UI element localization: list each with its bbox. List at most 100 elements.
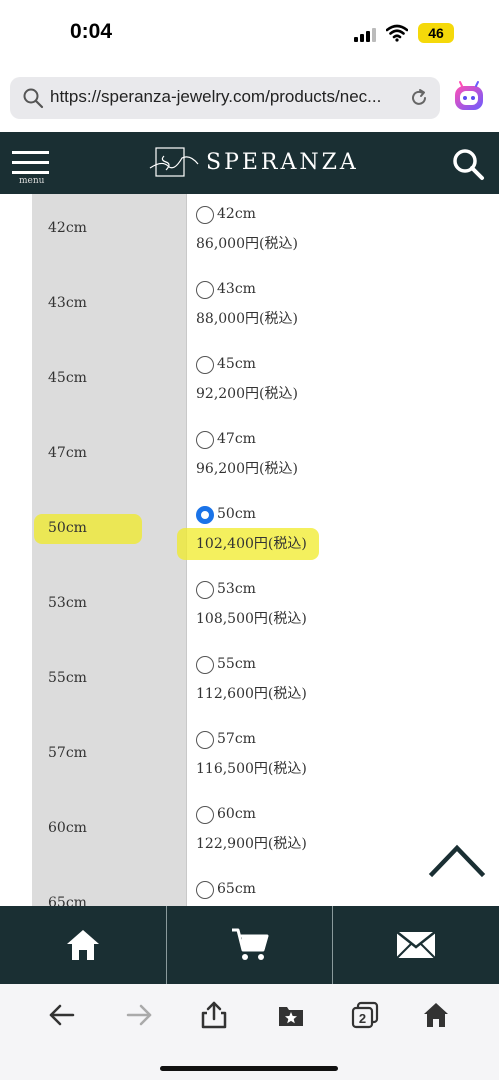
option-price: 96,200円(税込) — [196, 461, 298, 477]
length-cell: 42cm — [32, 194, 187, 269]
home-indicator — [160, 1066, 338, 1071]
bookmarks-icon[interactable] — [276, 1000, 306, 1030]
cart-icon — [231, 928, 268, 960]
cellular-signal-icon — [354, 26, 378, 42]
length-cell: 55cm — [32, 644, 187, 719]
length-cell: 57cm — [32, 719, 187, 794]
table-row: 55cm 55cm 112,600円(税込) — [32, 644, 466, 719]
length-options-table: 42cm 42cm 86,000円(税込) 43cm 43cm 88,000円(… — [0, 194, 499, 906]
address-bar[interactable]: https://speranza-jewelry.com/products/ne… — [10, 77, 440, 119]
length-label: 65cm — [48, 895, 87, 906]
option-price: 122,900円(税込) — [196, 836, 307, 852]
length-label: 45cm — [48, 370, 87, 386]
option-price: 108,500円(税込) — [196, 611, 307, 627]
length-cell: 50cm — [32, 494, 187, 569]
radio-button[interactable] — [196, 356, 214, 374]
option-cell: 42cm 86,000円(税込) — [187, 194, 466, 269]
table-row-selected: 50cm 50cm 102,400円(税込) — [32, 494, 466, 569]
logo-mark-icon — [149, 147, 199, 177]
length-label: 42cm — [48, 220, 87, 236]
bottom-site-nav — [0, 906, 499, 984]
length-label: 55cm — [48, 670, 87, 686]
length-label: 57cm — [48, 745, 87, 761]
option-price: 112,600円(税込) — [196, 686, 307, 702]
option-cell: 43cm 88,000円(税込) — [187, 269, 466, 344]
url-text: https://speranza-jewelry.com/products/ne… — [50, 87, 382, 106]
option-label[interactable]: 42cm — [217, 206, 256, 222]
option-cell: 65cm — [187, 869, 466, 906]
option-price: 86,000円(税込) — [196, 236, 298, 252]
option-label[interactable]: 65cm — [217, 881, 256, 897]
radio-button[interactable] — [196, 281, 214, 299]
nav-mail-button[interactable] — [332, 906, 499, 984]
radio-button[interactable] — [196, 656, 214, 674]
length-cell: 43cm — [32, 269, 187, 344]
length-label: 50cm — [48, 520, 87, 536]
length-label: 43cm — [48, 295, 87, 311]
option-cell: 50cm 102,400円(税込) — [177, 494, 466, 569]
menu-label: menu — [19, 176, 45, 186]
option-price: 92,200円(税込) — [196, 386, 298, 402]
option-label[interactable]: 50cm — [217, 506, 256, 522]
radio-button[interactable] — [196, 431, 214, 449]
menu-button[interactable]: menu — [12, 146, 52, 188]
option-label[interactable]: 45cm — [217, 356, 256, 372]
radio-button[interactable] — [196, 806, 214, 824]
browser-home-icon[interactable] — [421, 1000, 451, 1030]
option-cell: 55cm 112,600円(税込) — [187, 644, 466, 719]
nav-cart-button[interactable] — [166, 906, 332, 984]
option-cell: 47cm 96,200円(税込) — [187, 419, 466, 494]
radio-button[interactable] — [196, 206, 214, 224]
site-header: menu SPERANZA — [0, 132, 499, 194]
radio-button-selected[interactable] — [196, 506, 214, 524]
option-label[interactable]: 60cm — [217, 806, 256, 822]
option-price: 102,400円(税込) — [196, 536, 307, 552]
length-label: 47cm — [48, 445, 87, 461]
share-icon[interactable] — [199, 1000, 229, 1030]
status-time: 0:04 — [70, 20, 113, 43]
radio-button[interactable] — [196, 581, 214, 599]
search-icon — [23, 88, 44, 109]
table-row: 45cm 45cm 92,200円(税込) — [32, 344, 466, 419]
length-cell: 60cm — [32, 794, 187, 869]
option-label[interactable]: 47cm — [217, 431, 256, 447]
length-label: 53cm — [48, 595, 87, 611]
table-row: 65cm 65cm — [32, 869, 466, 906]
forward-icon[interactable] — [124, 1000, 154, 1030]
option-label[interactable]: 57cm — [217, 731, 256, 747]
option-price: 88,000円(税込) — [196, 311, 298, 327]
tabs-icon[interactable]: 2 — [350, 1000, 380, 1030]
battery-indicator: 46 — [418, 23, 454, 43]
table-row: 47cm 47cm 96,200円(税込) — [32, 419, 466, 494]
table-row: 60cm 60cm 122,900円(税込) — [32, 794, 466, 869]
status-bar: 0:04 46 — [0, 0, 499, 70]
option-cell: 57cm 116,500円(税込) — [187, 719, 466, 794]
radio-button[interactable] — [196, 731, 214, 749]
table-row: 43cm 43cm 88,000円(税込) — [32, 269, 466, 344]
wifi-icon — [386, 24, 408, 42]
option-label[interactable]: 43cm — [217, 281, 256, 297]
back-icon[interactable] — [47, 1000, 77, 1030]
scroll-to-top-icon[interactable] — [428, 840, 486, 880]
assistant-icon[interactable] — [452, 80, 486, 114]
home-icon — [67, 930, 99, 960]
site-logo[interactable]: SPERANZA — [148, 146, 358, 180]
option-label[interactable]: 55cm — [217, 656, 256, 672]
radio-button[interactable] — [196, 881, 214, 899]
brand-name: SPERANZA — [206, 150, 359, 175]
mail-icon — [396, 931, 436, 959]
table-row: 42cm 42cm 86,000円(税込) — [32, 194, 466, 269]
length-cell: 45cm — [32, 344, 187, 419]
site-search-icon[interactable] — [450, 146, 486, 182]
length-label: 60cm — [48, 820, 87, 836]
reload-icon[interactable] — [408, 87, 430, 109]
table-row: 57cm 57cm 116,500円(税込) — [32, 719, 466, 794]
nav-home-button[interactable] — [0, 906, 166, 984]
length-cell: 53cm — [32, 569, 187, 644]
tab-count: 2 — [359, 1011, 366, 1026]
option-price: 116,500円(税込) — [196, 761, 307, 777]
option-label[interactable]: 53cm — [217, 581, 256, 597]
option-cell: 45cm 92,200円(税込) — [187, 344, 466, 419]
option-cell: 53cm 108,500円(税込) — [187, 569, 466, 644]
length-cell: 47cm — [32, 419, 187, 494]
